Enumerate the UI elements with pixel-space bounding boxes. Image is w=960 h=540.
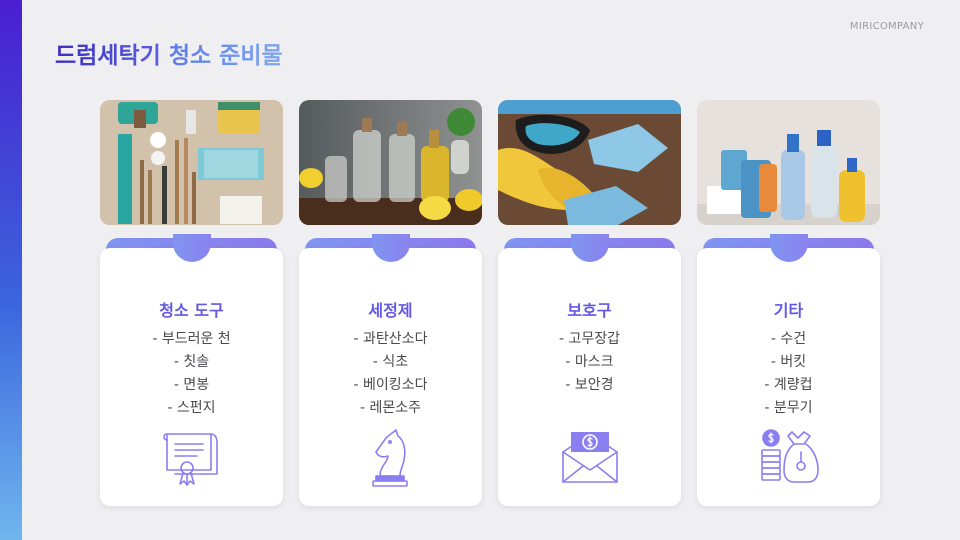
list-item: - 과탄산소다 <box>353 331 428 347</box>
card-notch <box>173 234 211 262</box>
list-item: - 부드러운 천 <box>152 331 231 347</box>
category-card-protection: 보호구 - 고무장갑 - 마스크 - 보안경 <box>498 234 681 506</box>
card-title: 세정제 <box>368 301 413 320</box>
list-item: - 레몬소주 <box>359 400 422 416</box>
certificate-icon <box>163 433 218 486</box>
list-item: - 면봉 <box>173 377 210 393</box>
card-title: 청소 도구 <box>159 301 224 320</box>
list-item: - 베이킹소다 <box>353 377 428 393</box>
list-item: - 칫솔 <box>173 354 210 370</box>
card-notch <box>770 234 808 262</box>
list-item: - 식초 <box>372 354 409 370</box>
left-accent-bar <box>0 0 22 540</box>
brand-name: MIRICOMPANY <box>849 21 924 32</box>
list-item: - 버킷 <box>770 354 807 370</box>
chess-knight-icon <box>372 429 408 487</box>
card-item-list: - 고무장갑 - 마스크 - 보안경 <box>498 328 681 397</box>
money-bag-icon <box>761 429 819 483</box>
list-item: - 마스크 <box>565 354 614 370</box>
protective-gear-photo <box>498 100 681 225</box>
card-item-list: - 수건 - 버킷 - 계량컵 - 분무기 <box>697 328 880 420</box>
page-title: 드럼세탁기 청소 준비물 <box>55 40 283 72</box>
list-item: - 분무기 <box>764 400 813 416</box>
card-item-list: - 부드러운 천 - 칫솔 - 면봉 - 스펀지 <box>100 328 283 420</box>
card-notch <box>372 234 410 262</box>
card-item-list: - 과탄산소다 - 식초 - 베이킹소다 - 레몬소주 <box>299 328 482 420</box>
category-card-etc: 기타 - 수건 - 버킷 - 계량컵 - 분무기 <box>697 234 880 506</box>
list-item: - 수건 <box>770 331 807 347</box>
misc-supplies-photo <box>697 100 880 225</box>
card-title: 기타 <box>773 301 804 320</box>
list-item: - 스펀지 <box>167 400 216 416</box>
page-title-part1: 드럼세탁기 <box>55 43 161 69</box>
category-card-tools: 청소 도구 - 부드러운 천 - 칫솔 - 면봉 - 스펀지 <box>100 234 283 506</box>
money-envelope-icon <box>562 432 618 483</box>
cleaning-agents-photo <box>299 100 482 225</box>
card-title: 보호구 <box>567 301 612 320</box>
cleaning-tools-photo <box>100 100 283 225</box>
page-title-part2: 청소 준비물 <box>168 43 283 69</box>
list-item: - 고무장갑 <box>558 331 621 347</box>
category-card-cleaners: 세정제 - 과탄산소다 - 식초 - 베이킹소다 - 레몬소주 <box>299 234 482 506</box>
list-item: - 보안경 <box>565 377 614 393</box>
card-notch <box>571 234 609 262</box>
list-item: - 계량컵 <box>764 377 813 393</box>
